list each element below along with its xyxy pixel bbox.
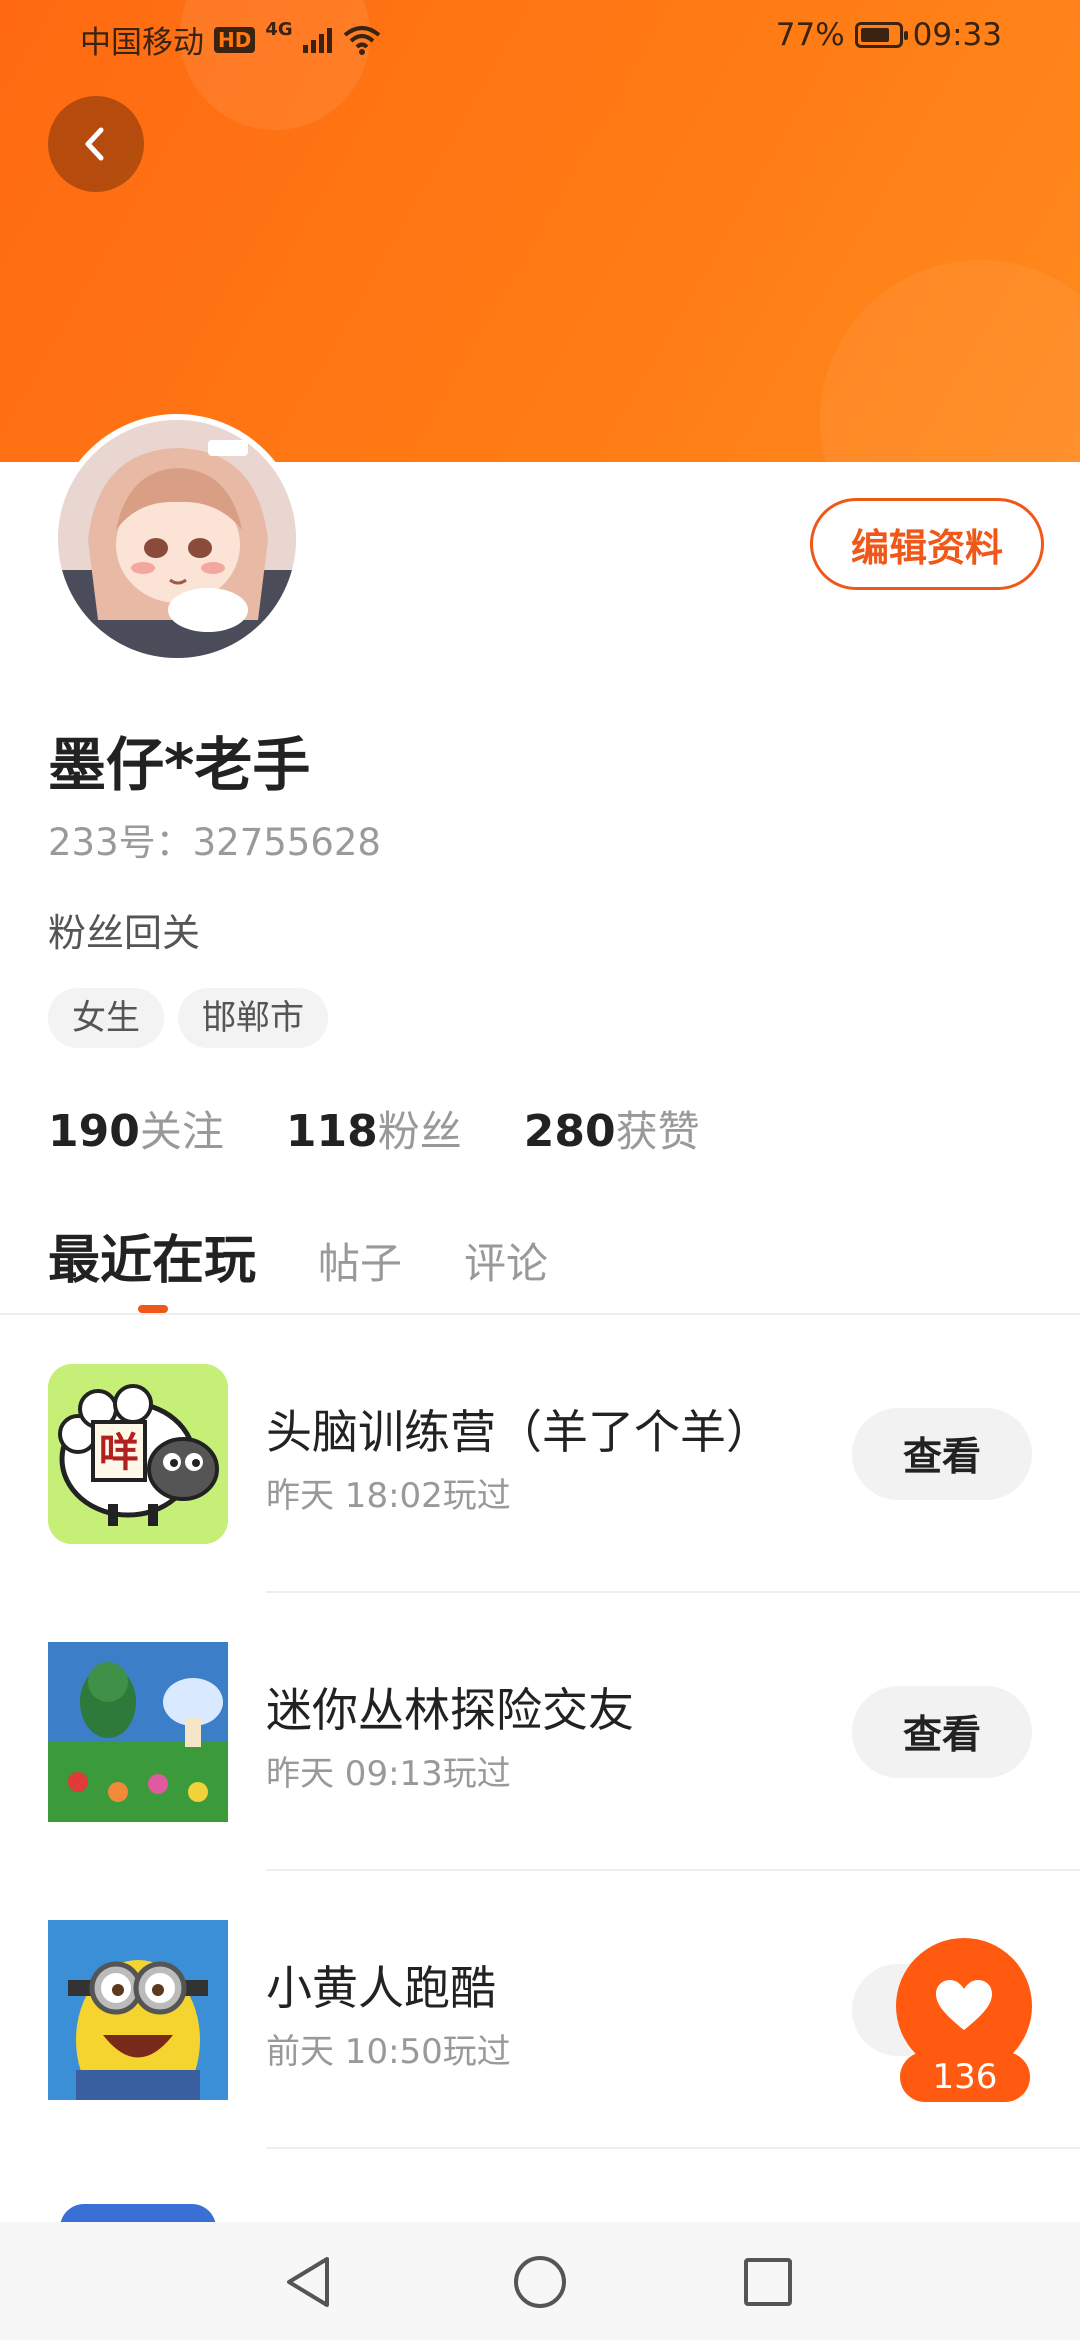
wifi-icon: [343, 25, 380, 55]
tab-recently-played[interactable]: 最近在玩: [48, 1218, 256, 1293]
nav-back-button[interactable]: [278, 2252, 338, 2312]
header-decoration: [820, 260, 1080, 462]
nav-home-button[interactable]: [510, 2252, 570, 2312]
game-list-item[interactable]: 咩 头脑训练营（羊了个羊） 昨天 18:02玩过 查看: [0, 1314, 1080, 1592]
battery-percent: 77%: [775, 17, 845, 53]
anime-girl-avatar-image: [58, 420, 296, 658]
sheep-game-icon: 咩: [48, 1364, 228, 1544]
minion-image: [48, 1920, 228, 2100]
user-tags: 女生 邯郸市: [48, 988, 328, 1048]
stat-label: 关注: [139, 1107, 224, 1156]
view-game-button[interactable]: 查看: [852, 1408, 1032, 1500]
status-right: 77% 09:33: [776, 17, 1002, 53]
game-name: 小黄人跑酷: [266, 1961, 496, 2015]
game-last-played: 昨天 09:13玩过: [266, 1754, 511, 1794]
network-type: 4G: [265, 19, 293, 40]
active-tab-indicator: [138, 1305, 168, 1313]
system-navigation-bar: [0, 2222, 1080, 2340]
battery-fill: [860, 28, 889, 42]
like-count: 136: [900, 2052, 1030, 2102]
game-name: 头脑训练营（羊了个羊）: [266, 1405, 772, 1459]
profile-tabs: 最近在玩 帖子 评论: [48, 1218, 548, 1293]
username: 墨仔*老手: [48, 731, 311, 799]
stat-likes[interactable]: 280获赞: [524, 1098, 700, 1159]
edit-profile-button[interactable]: 编辑资料: [810, 498, 1044, 590]
heart-icon: [936, 1980, 992, 2030]
tag-gender: 女生: [48, 988, 164, 1048]
game-name: 迷你丛林探险交友: [266, 1683, 634, 1737]
user-stats: 190关注 118粉丝 280获赞: [48, 1098, 700, 1159]
nav-recents-button[interactable]: [738, 2252, 798, 2312]
triangle-back-icon: [287, 2257, 329, 2307]
tab-comments[interactable]: 评论: [464, 1230, 548, 1291]
stat-following[interactable]: 190关注: [48, 1098, 224, 1159]
sheep-sign-text: 咩: [99, 1430, 139, 1476]
back-button[interactable]: [48, 96, 144, 192]
stat-value: 118: [285, 1106, 378, 1157]
circle-home-icon: [514, 2256, 566, 2308]
signal-icon: [302, 27, 332, 53]
stat-followers[interactable]: 118粉丝: [286, 1098, 462, 1159]
jungle-game-icon: [48, 1642, 228, 1822]
jungle-image: [48, 1642, 228, 1822]
avatar[interactable]: [52, 414, 302, 664]
battery-icon: [854, 22, 908, 48]
stat-value: 190: [48, 1106, 140, 1157]
user-bio: 粉丝回关: [48, 911, 201, 955]
tag-city: 邯郸市: [178, 988, 328, 1048]
stat-label: 粉丝: [377, 1107, 462, 1156]
game-last-played: 前天 10:50玩过: [266, 2032, 511, 2072]
game-last-played: 昨天 18:02玩过: [266, 1476, 511, 1516]
status-left: 中国移动 HD 4G: [80, 17, 381, 62]
stat-value: 280: [523, 1106, 616, 1157]
stat-label: 获赞: [615, 1107, 700, 1156]
divider: [266, 2147, 1080, 2149]
chevron-left-icon: [85, 127, 104, 161]
user-id: 233号：32755628: [48, 821, 381, 864]
clock: 09:33: [912, 17, 1002, 53]
view-game-button[interactable]: 查看: [852, 1686, 1032, 1778]
minion-game-icon: [48, 1920, 228, 2100]
game-list-item[interactable]: 迷你丛林探险交友 昨天 09:13玩过 查看: [0, 1592, 1080, 1870]
carrier-name: 中国移动: [80, 25, 204, 61]
sheep-image: 咩: [48, 1364, 228, 1544]
hd-badge: HD: [214, 26, 256, 53]
status-bar: 中国移动 HD 4G 77% 09:33: [0, 0, 1080, 76]
tab-posts[interactable]: 帖子: [318, 1230, 402, 1291]
square-recents-icon: [744, 2258, 792, 2306]
